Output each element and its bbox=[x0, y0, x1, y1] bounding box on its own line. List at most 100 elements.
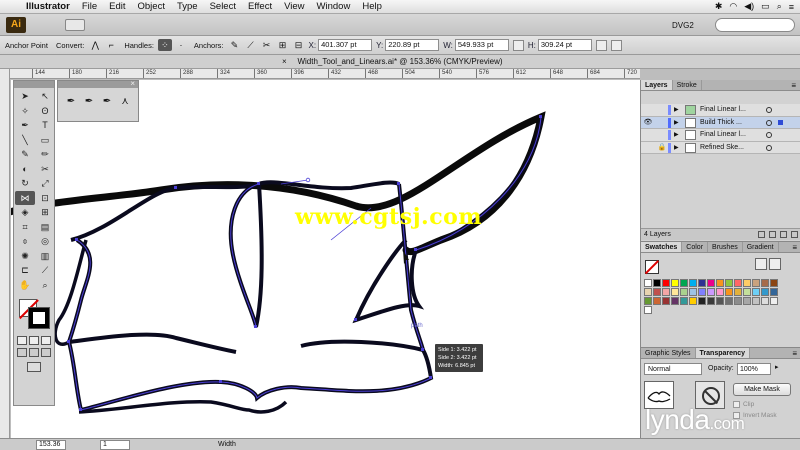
line-segment-tool-icon[interactable]: ╲ bbox=[15, 133, 35, 148]
color-mode-icon[interactable] bbox=[17, 336, 27, 345]
artboard-tool-icon[interactable]: ⊏ bbox=[15, 263, 35, 278]
menu-edit[interactable]: Edit bbox=[103, 1, 131, 12]
color-swatch[interactable] bbox=[752, 297, 760, 305]
layer-selection-indicator[interactable] bbox=[778, 119, 783, 125]
color-swatch[interactable] bbox=[725, 288, 733, 296]
arrange-documents-button[interactable] bbox=[65, 19, 85, 31]
workspace-switcher[interactable]: DVG2 bbox=[672, 19, 712, 32]
color-swatch[interactable] bbox=[716, 279, 724, 287]
layer-visibility-icon[interactable]: 👁 bbox=[643, 117, 653, 129]
layer-name[interactable]: Final Linear l... bbox=[700, 104, 746, 116]
mesh-tool-icon[interactable]: ⌗ bbox=[15, 220, 35, 235]
color-swatch[interactable] bbox=[743, 288, 751, 296]
y-field[interactable]: 220.89 pt bbox=[385, 39, 440, 51]
color-swatch[interactable] bbox=[689, 297, 697, 305]
pencil-tool-icon[interactable]: ✏ bbox=[35, 147, 55, 162]
color-swatch[interactable] bbox=[662, 297, 670, 305]
rotate-tool-icon[interactable]: ↻ bbox=[15, 176, 35, 191]
layer-lock-icon[interactable]: 🔒 bbox=[657, 142, 667, 154]
artboard-number-field[interactable]: 1 bbox=[100, 440, 130, 450]
expand-triangle-icon[interactable]: ▶ bbox=[674, 117, 679, 129]
book-artwork[interactable] bbox=[11, 80, 640, 438]
width-tool-icon[interactable]: ⋈ bbox=[15, 190, 35, 205]
control-menu-icon[interactable] bbox=[610, 39, 622, 51]
layer-row[interactable]: 👁 ▶ Build Thick ... bbox=[641, 116, 800, 129]
wifi-icon[interactable]: ◠ bbox=[729, 1, 737, 12]
horizontal-ruler[interactable]: 144 180 216 252 288 324 360 396 432 468 504 540 576 6… bbox=[10, 69, 640, 79]
eraser-tool-icon[interactable]: ✂ bbox=[35, 162, 55, 177]
paintbrush-tool-icon[interactable]: ✎ bbox=[15, 147, 35, 162]
eyedropper-tool-icon[interactable]: ⌽ bbox=[15, 234, 35, 249]
tab-transparency[interactable]: Transparency bbox=[695, 348, 751, 358]
new-layer-icon[interactable] bbox=[780, 231, 787, 238]
menu-window[interactable]: Window bbox=[311, 1, 357, 12]
color-swatch[interactable] bbox=[653, 279, 661, 287]
layer-name[interactable]: Final Linear l... bbox=[700, 129, 746, 141]
color-swatch[interactable] bbox=[689, 279, 697, 287]
color-swatch[interactable] bbox=[644, 297, 652, 305]
color-swatch[interactable] bbox=[716, 297, 724, 305]
color-swatch[interactable] bbox=[725, 297, 733, 305]
zoom-field[interactable]: 153.36 bbox=[36, 440, 66, 450]
color-swatch[interactable] bbox=[680, 297, 688, 305]
list-view-icon[interactable] bbox=[755, 258, 767, 270]
fill-stroke-swatches[interactable] bbox=[14, 295, 54, 335]
screen-mode-icon[interactable] bbox=[27, 362, 41, 372]
color-swatch[interactable] bbox=[680, 288, 688, 296]
color-swatch[interactable] bbox=[698, 279, 706, 287]
menu-select[interactable]: Select bbox=[204, 1, 242, 12]
color-swatch[interactable] bbox=[761, 297, 769, 305]
expand-triangle-icon[interactable]: ▶ bbox=[674, 104, 679, 116]
color-swatch[interactable] bbox=[662, 288, 670, 296]
color-swatch[interactable] bbox=[743, 279, 751, 287]
draw-normal-icon[interactable] bbox=[17, 348, 27, 357]
selection-tool-icon[interactable]: ➤ bbox=[15, 89, 35, 104]
delete-layer-icon[interactable] bbox=[791, 231, 798, 238]
blend-tool-icon[interactable]: ◎ bbox=[35, 234, 55, 249]
show-handles-icon[interactable]: ⁘ bbox=[157, 39, 172, 51]
layer-name[interactable]: Build Thick ... bbox=[700, 117, 742, 129]
blob-brush-tool-icon[interactable]: ◐ bbox=[15, 162, 35, 177]
tab-color[interactable]: Color bbox=[682, 242, 709, 252]
tab-gradient[interactable]: Gradient bbox=[743, 242, 779, 252]
add-anchor-point-tool-icon[interactable]: ✒ bbox=[82, 96, 96, 107]
color-swatch[interactable] bbox=[770, 288, 778, 296]
convert-to-corner-icon[interactable]: ⋀ bbox=[88, 39, 102, 51]
expand-triangle-icon[interactable]: ▶ bbox=[674, 142, 679, 154]
direct-selection-tool-icon[interactable]: ↖ bbox=[35, 89, 55, 104]
zoom-tool-icon[interactable]: ⌕ bbox=[35, 278, 55, 293]
tools-panel-titlebar[interactable] bbox=[14, 81, 54, 88]
pen-panel-titlebar[interactable]: × bbox=[58, 79, 138, 88]
color-swatch[interactable] bbox=[761, 288, 769, 296]
document-tab[interactable]: × Width_Tool_and_Linears.ai* @ 153.36% (… bbox=[0, 55, 800, 69]
menu-view[interactable]: View bbox=[278, 1, 310, 12]
pen-tool-icon[interactable]: ✒ bbox=[64, 96, 78, 107]
opacity-dropdown-icon[interactable]: ▸ bbox=[775, 363, 779, 371]
color-swatch[interactable] bbox=[644, 279, 652, 287]
rectangle-tool-icon[interactable]: ▭ bbox=[35, 133, 55, 148]
menu-type[interactable]: Type bbox=[171, 1, 204, 12]
color-swatch[interactable] bbox=[770, 297, 778, 305]
color-swatch[interactable] bbox=[707, 288, 715, 296]
cut-path-icon[interactable]: ✂ bbox=[260, 39, 274, 51]
gradient-tool-icon[interactable]: ▤ bbox=[35, 220, 55, 235]
color-swatch[interactable] bbox=[743, 297, 751, 305]
align-anchors-icon[interactable]: ⊟ bbox=[292, 39, 306, 51]
column-graph-tool-icon[interactable]: ▥ bbox=[35, 249, 55, 264]
color-swatch[interactable] bbox=[761, 279, 769, 287]
color-swatch[interactable] bbox=[644, 288, 652, 296]
swatches-fill-indicator[interactable] bbox=[645, 260, 659, 274]
layer-target-icon[interactable] bbox=[766, 107, 772, 113]
connect-endpoints-icon[interactable]: ⟋ bbox=[244, 39, 258, 51]
remove-anchor-icon[interactable]: ✎ bbox=[228, 39, 242, 51]
make-clipping-mask-icon[interactable] bbox=[758, 231, 765, 238]
gradient-mode-icon[interactable] bbox=[29, 336, 39, 345]
stroke-swatch[interactable] bbox=[28, 307, 50, 329]
help-search-field[interactable] bbox=[715, 18, 795, 32]
menu-help[interactable]: Help bbox=[356, 1, 388, 12]
draw-behind-icon[interactable] bbox=[29, 348, 39, 357]
transform-panel-icon[interactable] bbox=[595, 39, 607, 51]
blend-mode-select[interactable]: Normal bbox=[644, 363, 702, 375]
constrain-proportions-icon[interactable] bbox=[512, 39, 524, 51]
color-swatch[interactable] bbox=[725, 279, 733, 287]
